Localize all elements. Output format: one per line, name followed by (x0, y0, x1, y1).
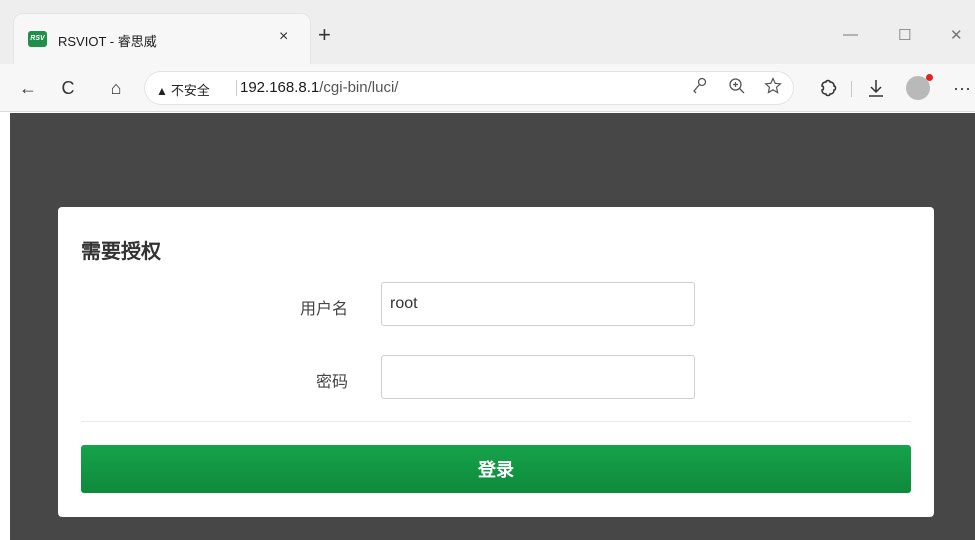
minimize-button[interactable]: — (843, 26, 858, 43)
new-tab-button[interactable]: + (318, 24, 331, 46)
login-button[interactable]: 登录 (81, 445, 911, 493)
home-button[interactable]: ⌂ (102, 74, 130, 102)
page-title: 需要授权 (81, 241, 161, 263)
warning-icon: ▲ (156, 84, 168, 98)
window-close-button[interactable]: ✕ (950, 26, 963, 44)
password-label: 密码 (315, 374, 348, 391)
username-label: 用户名 (299, 301, 348, 318)
url-text[interactable]: 192.168.8.1/cgi-bin/luci/ (240, 79, 398, 96)
toolbar-divider (851, 81, 852, 97)
username-field[interactable] (381, 282, 695, 326)
login-card: 需要授权 用户名 密码 登录 (58, 207, 934, 517)
tab-title: RSVIOT - 睿思威 (58, 34, 157, 49)
download-icon[interactable] (862, 74, 890, 102)
page-background: 需要授权 用户名 密码 登录 (10, 113, 975, 540)
reload-button[interactable]: C (54, 74, 82, 102)
extensions-icon[interactable] (814, 74, 842, 102)
url-path: /cgi-bin/luci/ (319, 79, 399, 96)
zoom-icon[interactable] (728, 77, 746, 100)
address-bar[interactable]: ▲ 不安全 192.168.8.1/cgi-bin/luci/ (144, 71, 794, 105)
browser-toolbar: ← C ⌂ ▲ 不安全 192.168.8.1/cgi-bin/luci/ ··· (0, 64, 975, 112)
favorite-star-icon[interactable] (764, 77, 782, 100)
browser-tab[interactable]: RSV RSVIOT - 睿思威 × (14, 14, 310, 64)
password-field[interactable] (381, 355, 695, 399)
profile-avatar[interactable] (906, 74, 933, 100)
divider (81, 421, 911, 422)
close-tab-icon[interactable]: × (279, 28, 288, 46)
more-menu-button[interactable]: ··· (948, 74, 975, 102)
back-button[interactable]: ← (14, 74, 42, 102)
security-label: 不安全 (170, 83, 210, 98)
url-host: 192.168.8.1 (240, 79, 320, 96)
divider (236, 80, 237, 96)
tab-bar: RSV RSVIOT - 睿思威 × + — ☐ ✕ (0, 0, 975, 64)
favicon-icon: RSV (28, 31, 47, 47)
password-key-icon[interactable] (692, 77, 708, 100)
maximize-button[interactable]: ☐ (898, 26, 911, 44)
security-warning[interactable]: ▲ 不安全 (156, 80, 210, 99)
